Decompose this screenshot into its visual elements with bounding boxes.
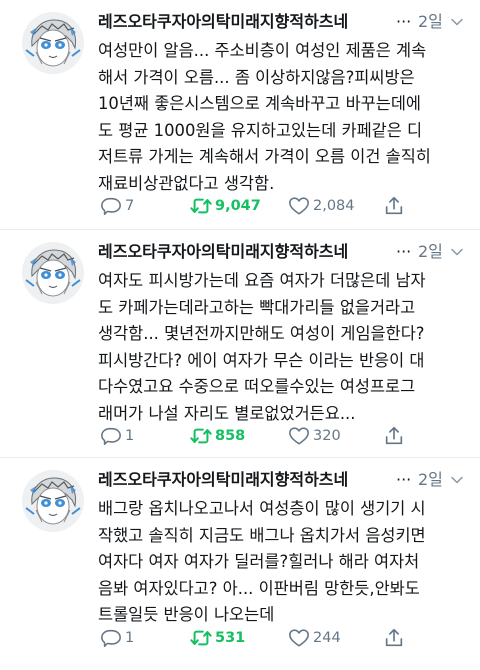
tweet[interactable]: 레즈오타쿠자아의탁미래지향적하츠네 ··· 2일 여성만이 알음... 주소비층… <box>0 0 480 230</box>
reply-count: 1 <box>125 428 135 444</box>
timestamp[interactable]: 2일 <box>418 10 443 34</box>
like-count: 2,084 <box>313 198 355 214</box>
tweet[interactable]: 레즈오타쿠자아의탁미래지향적하츠네 ··· 2일 여자도 피시방가는데 요즘 여… <box>0 230 480 458</box>
tweet-header: 레즈오타쿠자아의탁미래지향적하츠네 ··· 2일 <box>98 468 470 492</box>
share-button[interactable] <box>383 424 405 448</box>
like-count: 244 <box>313 630 341 646</box>
share-button[interactable] <box>383 626 405 650</box>
reply-icon <box>100 425 122 447</box>
name-overflow-ellipsis: ··· <box>396 470 412 489</box>
share-icon <box>383 195 405 217</box>
avatar[interactable] <box>22 470 84 532</box>
retweet-icon <box>190 425 212 447</box>
reply-icon <box>100 627 122 649</box>
chevron-down-icon[interactable] <box>450 245 464 259</box>
name-overflow-ellipsis: ··· <box>396 12 412 31</box>
tweet-header: 레즈오타쿠자아의탁미래지향적하츠네 ··· 2일 <box>98 240 470 264</box>
timestamp[interactable]: 2일 <box>418 468 443 492</box>
share-button[interactable] <box>383 194 405 218</box>
chevron-down-icon[interactable] <box>450 15 464 29</box>
like-icon <box>288 195 310 217</box>
reply-count: 1 <box>125 630 135 646</box>
tweet-header: 레즈오타쿠자아의탁미래지향적하츠네 ··· 2일 <box>98 10 470 34</box>
user-name[interactable]: 레즈오타쿠자아의탁미래지향적하츠네 <box>98 240 398 264</box>
timestamp[interactable]: 2일 <box>418 240 443 264</box>
retweet-count: 531 <box>215 630 246 646</box>
like-icon <box>288 627 310 649</box>
avatar[interactable] <box>22 12 84 74</box>
share-icon <box>383 425 405 447</box>
chevron-down-icon[interactable] <box>450 473 464 487</box>
reply-icon <box>100 195 122 217</box>
tweet-text: 여성만이 알음... 주소비층이 여성인 제품은 계속 해서 가격이 오름...… <box>98 41 431 193</box>
retweet-count: 858 <box>215 428 246 444</box>
reply-button[interactable]: 1 <box>100 626 134 650</box>
name-overflow-ellipsis: ··· <box>396 242 412 261</box>
tweet-actions: 7 9,047 2,084 <box>98 194 468 218</box>
like-button[interactable]: 320 <box>288 424 341 448</box>
retweet-count: 9,047 <box>215 198 261 214</box>
reply-count: 7 <box>125 198 135 214</box>
reply-button[interactable]: 7 <box>100 194 134 218</box>
like-icon <box>288 425 310 447</box>
tweet-actions: 1 858 320 <box>98 424 468 448</box>
tweet-text: 배그랑 옵치나오고나서 여성층이 많이 생기기 시 작했고 솔직히 지금도 배그… <box>98 499 426 624</box>
tweet[interactable]: 레즈오타쿠자아의탁미래지향적하츠네 ··· 2일 배그랑 옵치나오고나서 여성층… <box>0 458 480 670</box>
reply-button[interactable]: 1 <box>100 424 134 448</box>
retweet-button[interactable]: 9,047 <box>190 194 261 218</box>
tweet-actions: 1 531 244 <box>98 626 468 650</box>
tweet-text: 여자도 피시방가는데 요즘 여자가 더많은데 남자 도 카페가는데라고하는 빡대… <box>98 271 426 423</box>
like-button[interactable]: 2,084 <box>288 194 355 218</box>
like-count: 320 <box>313 428 341 444</box>
retweet-icon <box>190 195 212 217</box>
user-name[interactable]: 레즈오타쿠자아의탁미래지향적하츠네 <box>98 468 398 492</box>
share-icon <box>383 627 405 649</box>
like-button[interactable]: 244 <box>288 626 341 650</box>
retweet-button[interactable]: 858 <box>190 424 245 448</box>
user-name[interactable]: 레즈오타쿠자아의탁미래지향적하츠네 <box>98 10 398 34</box>
retweet-button[interactable]: 531 <box>190 626 245 650</box>
avatar[interactable] <box>22 242 84 304</box>
retweet-icon <box>190 627 212 649</box>
